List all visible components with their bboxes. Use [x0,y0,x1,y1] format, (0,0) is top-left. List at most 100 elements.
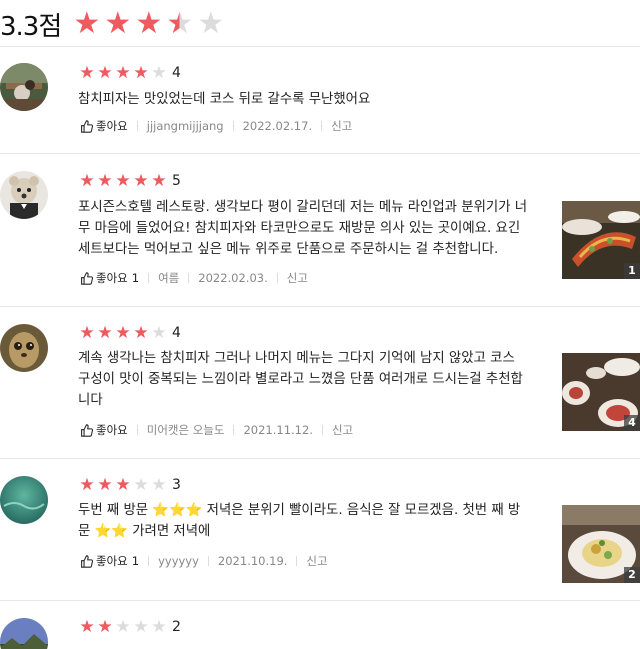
review-date: 2021.11.12. [243,423,313,437]
photo-count-badge: 4 [624,415,640,431]
separator [232,121,234,131]
review-photo[interactable]: 2 [562,505,640,583]
review-rating: ★ ★ ★ ★ ★ 4 [78,324,181,342]
review-text: 계속 생각나는 참치피자 그러나 나머지 메뉴는 그다지 기억에 남지 않았고 … [78,351,523,408]
avatar[interactable] [0,476,48,524]
separator [296,556,298,566]
rating-summary: 3.3점 ★ ★ ★ ★ ★ [0,6,226,42]
separator [136,425,138,435]
star-icon: ★ [133,171,149,191]
star-emoji-icon: ⭐⭐⭐ [152,503,203,518]
like-label: 좋아요 [96,119,128,133]
rating-number: 4 [172,65,181,81]
star-icon: ★ [133,617,149,637]
avatar[interactable] [0,618,48,649]
separator [188,273,190,283]
review-item: ★ ★ ★ ★ ★ 4 참치피자는 맛있었는데 코스 뒤로 갈수록 무난했어요 … [0,47,640,154]
average-stars: ★ ★ ★ ★ ★ [71,9,226,39]
review-author[interactable]: 여름 [158,270,179,286]
star-icon: ★ [97,323,113,343]
review-rating: ★ ★ ★ ★ ★ 2 [78,618,181,636]
review-meta: 좋아요 1 여름 2022.02.03. 신고 [80,270,308,286]
review-text: 참치피자는 맛있었는데 코스 뒤로 갈수록 무난했어요 [78,92,371,107]
review-rating: ★ ★ ★ ★ ★ 5 [78,172,181,190]
rating-number: 4 [172,325,181,341]
review-rating: ★ ★ ★ ★ ★ 3 [78,476,181,494]
like-count: 1 [131,271,140,285]
like-count: 1 [131,554,140,568]
average-score: 3.3점 [0,11,62,42]
star-emoji-icon: ⭐⭐ [94,524,128,539]
star-half-icon: ★ [164,9,195,39]
star-icon: ★ [115,171,131,191]
text-segment: 가려면 저녁에 [127,524,211,539]
like-button[interactable]: 좋아요 [80,118,128,134]
star-icon: ★ [133,323,149,343]
photo-count-badge: 2 [624,567,640,583]
report-link[interactable]: 신고 [287,270,308,286]
star-icon: ★ [133,63,149,83]
rating-number: 5 [172,173,181,189]
report-link[interactable]: 신고 [306,553,327,569]
review-meta: 좋아요 1 yyyyyy 2021.10.19. 신고 [80,553,328,569]
star-icon: ★ [135,6,163,41]
rating-number: 3 [172,477,181,493]
text-segment: 저녁은 분위기 빨이라도. 음식은 잘 모르겠음. 첫번 째 방 [202,503,521,518]
separator [276,273,278,283]
like-button[interactable]: 좋아요 [80,422,128,438]
thumbs-up-icon [81,271,93,285]
star-icon: ★ [79,323,95,343]
separator [136,121,138,131]
review-rating: ★ ★ ★ ★ ★ 4 [78,64,181,82]
star-icon: ★ [151,63,167,83]
thumbs-up-icon [81,423,93,437]
review-photo[interactable]: 1 [562,201,640,279]
star-icon: ★ [97,617,113,637]
text-segment: 문 [78,524,95,539]
star-icon: ★ [151,323,167,343]
separator [321,121,323,131]
star-icon: ★ [115,617,131,637]
review-author[interactable]: 미어캣은 오늘도 [147,422,225,438]
review-author[interactable]: jjjangmijjjang [147,119,224,133]
star-icon: ★ [79,617,95,637]
star-icon: ★ [151,617,167,637]
star-icon: ★ [115,63,131,83]
star-icon: ★ [97,475,113,495]
avatar[interactable] [0,63,48,111]
review-author[interactable]: yyyyyy [158,554,199,568]
like-button[interactable]: 좋아요 1 [80,553,139,569]
report-link[interactable]: 신고 [332,422,353,438]
avatar[interactable] [0,324,48,372]
avatar[interactable] [0,171,48,219]
star-icon: ★ [79,171,95,191]
star-icon: ★ [97,171,113,191]
review-item: ★ ★ ★ ★ ★ 4 계속 생각나는 참치피자 그러나 나머지 메뉴는 그다지… [0,308,640,459]
review-meta: 좋아요 jjjangmijjjang 2022.02.17. 신고 [80,118,352,134]
separator [207,556,209,566]
review-text: 포시즌스호텔 레스토랑. 생각보다 평이 갈리던데 저는 메뉴 라인업과 분위기… [78,200,528,257]
text-segment: 두번 째 방문 [78,503,153,518]
star-icon: ★ [79,63,95,83]
review-item: ★ ★ ★ ★ ★ 5 포시즌스호텔 레스토랑. 생각보다 평이 갈리던데 저는… [0,155,640,307]
star-icon: ★ [115,323,131,343]
rating-number: 2 [172,619,181,635]
review-date: 2022.02.17. [242,119,313,133]
review-photo[interactable]: 4 [562,353,640,431]
like-button[interactable]: 좋아요 1 [80,270,139,286]
star-icon: ★ [73,6,101,41]
star-icon: ★ [115,475,131,495]
like-label: 좋아요 [96,554,128,568]
review-date: 2022.02.03. [198,271,268,285]
separator [233,425,235,435]
review-item: ★ ★ ★ ★ ★ 3 두번 째 방문 ⭐⭐⭐ 저녁은 분위기 빨이라도. 음식… [0,460,640,601]
separator [321,425,323,435]
star-icon: ★ [79,475,95,495]
report-link[interactable]: 신고 [331,118,352,134]
star-icon: ★ [97,63,113,83]
review-date: 2021.10.19. [217,554,288,568]
review-text: 두번 째 방문 ⭐⭐⭐ 저녁은 분위기 빨이라도. 음식은 잘 모르겠음. 첫번… [78,500,520,542]
thumbs-up-icon [81,554,93,568]
separator [148,556,150,566]
like-label: 좋아요 [96,423,128,437]
